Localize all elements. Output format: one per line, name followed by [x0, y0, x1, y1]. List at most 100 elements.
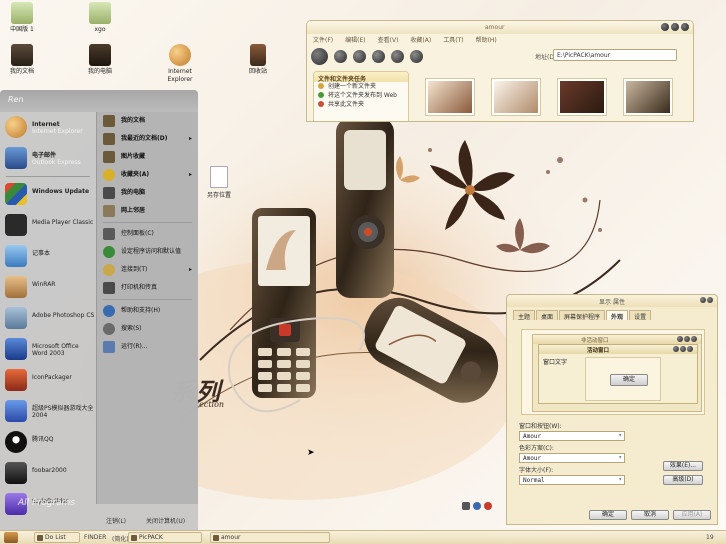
apply-button[interactable]: 应用(A)	[673, 510, 711, 520]
menu-favorites[interactable]: 收藏(A)	[410, 35, 431, 44]
start-right-connect-to[interactable]: 连接到(T) ▸	[97, 261, 198, 279]
tab-screensaver[interactable]: 屏幕保护程序	[559, 310, 606, 321]
notepad-icon	[5, 245, 27, 267]
folder-icon	[103, 151, 115, 163]
start-right-search[interactable]: 搜索(S)	[97, 320, 198, 338]
font-size-select[interactable]: Normal	[519, 475, 625, 485]
start-right-favorites[interactable]: 收藏夹(A) ▸	[97, 166, 198, 184]
start-right-my-computer[interactable]: 我的电脑	[97, 184, 198, 202]
dialog-tabs: 主题 桌面 屏幕保护程序 外观 设置	[507, 310, 717, 321]
thumbnail[interactable]	[425, 78, 475, 116]
start-right-help[interactable]: 帮助和支持(H)	[97, 302, 198, 320]
start-right-network[interactable]: 网上邻居	[97, 202, 198, 220]
close-icon[interactable]	[707, 297, 713, 303]
tab-settings[interactable]: 设置	[629, 310, 652, 321]
cancel-button[interactable]: 取消	[631, 510, 669, 520]
start-right-printers[interactable]: 打印机和传真	[97, 279, 198, 297]
menu-view[interactable]: 查看(V)	[378, 35, 399, 44]
desktop-icon-xgo[interactable]: xgo	[78, 2, 122, 34]
keyboard-icon[interactable]	[462, 502, 470, 510]
logoff-button[interactable]: 注销(L)	[106, 516, 126, 525]
desktop-icon-recycle-bin[interactable]: 回收站	[236, 44, 280, 76]
document-icon	[210, 166, 228, 188]
desktop-icon-my-computer[interactable]: 我的电脑	[78, 44, 122, 76]
connect-icon	[103, 264, 115, 276]
tab-themes[interactable]: 主题	[513, 310, 536, 321]
forward-button[interactable]	[334, 49, 347, 63]
close-icon[interactable]	[681, 23, 689, 31]
start-item-word[interactable]: Microsoft Office Word 2003	[0, 334, 96, 365]
start-item-windows-update[interactable]: Windows Update	[0, 179, 96, 210]
start-right-my-pictures[interactable]: 图片收藏	[97, 148, 198, 166]
help-icon[interactable]	[473, 502, 481, 510]
start-item-internet[interactable]: Internet Internet Explorer	[0, 112, 96, 143]
desktop-file-icon[interactable]: 另存位置	[204, 166, 234, 199]
views-button[interactable]	[410, 49, 423, 63]
start-item-qq[interactable]: 腾讯QQ	[0, 427, 96, 458]
folders-button[interactable]	[391, 49, 404, 63]
display-properties-dialog[interactable]: 显示 属性 主题 桌面 屏幕保护程序 外观 设置 非活动窗口 活动窗口 窗口文字…	[506, 294, 718, 525]
start-item-iconpackager[interactable]: IconPackager	[0, 365, 96, 396]
explorer-title-bar[interactable]: amour	[307, 21, 693, 34]
tab-desktop[interactable]: 桌面	[536, 310, 559, 321]
all-programs-button[interactable]: All Programs	[18, 498, 75, 508]
menu-tools[interactable]: 工具(T)	[443, 35, 463, 44]
minimize-icon[interactable]	[661, 23, 669, 31]
start-button[interactable]	[4, 532, 18, 543]
task-publish-web[interactable]: 将这个文件夹发布到 Web	[314, 91, 408, 100]
taskbar-item-finder[interactable]: FINDER	[84, 534, 106, 541]
up-button[interactable]	[353, 49, 366, 63]
start-item-media-player-classic[interactable]: Media Player Classic	[0, 210, 96, 241]
taskbar-item-simplified[interactable]: (简化)	[112, 534, 129, 543]
help-icon[interactable]	[700, 297, 706, 303]
address-bar[interactable]: E:\PicPACK\amour	[553, 49, 677, 61]
task-share-folder[interactable]: 共享此文件夹	[314, 100, 408, 109]
start-right-recent-documents[interactable]: 我最近的文档(D) ▸	[97, 130, 198, 148]
taskbar-item-picpack[interactable]: PicPACK	[128, 532, 202, 543]
task-new-folder[interactable]: 创建一个新文件夹	[314, 82, 408, 91]
chevron-right-icon: ▸	[188, 135, 192, 142]
start-item-foobar[interactable]: foobar2000	[0, 458, 96, 489]
start-item-photoshop[interactable]: Adobe Photoshop CS	[0, 303, 96, 334]
start-right-run[interactable]: 运行(R)...	[97, 338, 198, 356]
menu-help[interactable]: 帮助(H)	[476, 35, 497, 44]
appearance-preview: 非活动窗口 活动窗口 窗口文字 确定	[521, 329, 705, 415]
advanced-button[interactable]: 高级(D)	[663, 475, 703, 485]
color-scheme-select[interactable]: Amour	[519, 453, 625, 463]
notepad-icon	[89, 2, 111, 24]
explorer-title: amour	[485, 24, 505, 31]
tab-appearance[interactable]: 外观	[606, 310, 629, 321]
taskbar-item-amour[interactable]: amour	[210, 532, 330, 543]
shutdown-button[interactable]: 关闭计算机(U)	[146, 516, 185, 525]
mouse-cursor-icon: ➤	[307, 448, 315, 458]
start-right-my-documents[interactable]: 我的文档	[97, 112, 198, 130]
desktop-icon-my-documents[interactable]: 我的文档	[0, 44, 44, 76]
menu-edit[interactable]: 编辑(E)	[345, 35, 365, 44]
start-item-ps-emulator[interactable]: 超级PS模拟器游戏大全2004	[0, 396, 96, 427]
start-right-program-defaults[interactable]: 设定程序访问和默认值	[97, 243, 198, 261]
iconpackager-icon	[5, 369, 27, 391]
start-item-winrar[interactable]: WinRAR	[0, 272, 96, 303]
task-pane-header[interactable]: 文件和文件夹任务	[314, 72, 408, 83]
back-button[interactable]	[311, 47, 328, 65]
menu-file[interactable]: 文件(F)	[313, 35, 333, 44]
maximize-icon[interactable]	[671, 23, 679, 31]
desktop-icon-internet-explorer[interactable]: Internet Explorer	[158, 44, 202, 84]
qq-penguin-icon	[5, 431, 27, 453]
desktop-icon-notepad-1[interactable]: 中国版 1	[0, 2, 44, 34]
start-item-email[interactable]: 电子邮件 Outlook Express	[0, 143, 96, 174]
start-right-column: 我的文档 我最近的文档(D) ▸ 图片收藏 收藏夹(A) ▸ 我的电脑 网上邻居 控…	[96, 112, 198, 504]
ok-button[interactable]: 确定	[589, 510, 627, 520]
thumbnail[interactable]	[491, 78, 541, 116]
dialog-title: 显示 属性	[507, 295, 717, 307]
window-style-select[interactable]: Amour	[519, 431, 625, 441]
taskbar-item-do-list[interactable]: Do List	[34, 532, 80, 543]
stop-icon[interactable]	[484, 502, 492, 510]
start-right-control-panel[interactable]: 控制面板(C)	[97, 225, 198, 243]
thumbnail[interactable]	[557, 78, 607, 116]
explorer-window[interactable]: amour 文件(F) 编辑(E) 查看(V) 收藏(A) 工具(T) 帮助(H…	[306, 20, 694, 122]
search-button[interactable]	[372, 49, 385, 63]
thumbnail[interactable]	[623, 78, 673, 116]
effects-button[interactable]: 效果(E)...	[663, 461, 703, 471]
start-item-notepad[interactable]: 记事本	[0, 241, 96, 272]
